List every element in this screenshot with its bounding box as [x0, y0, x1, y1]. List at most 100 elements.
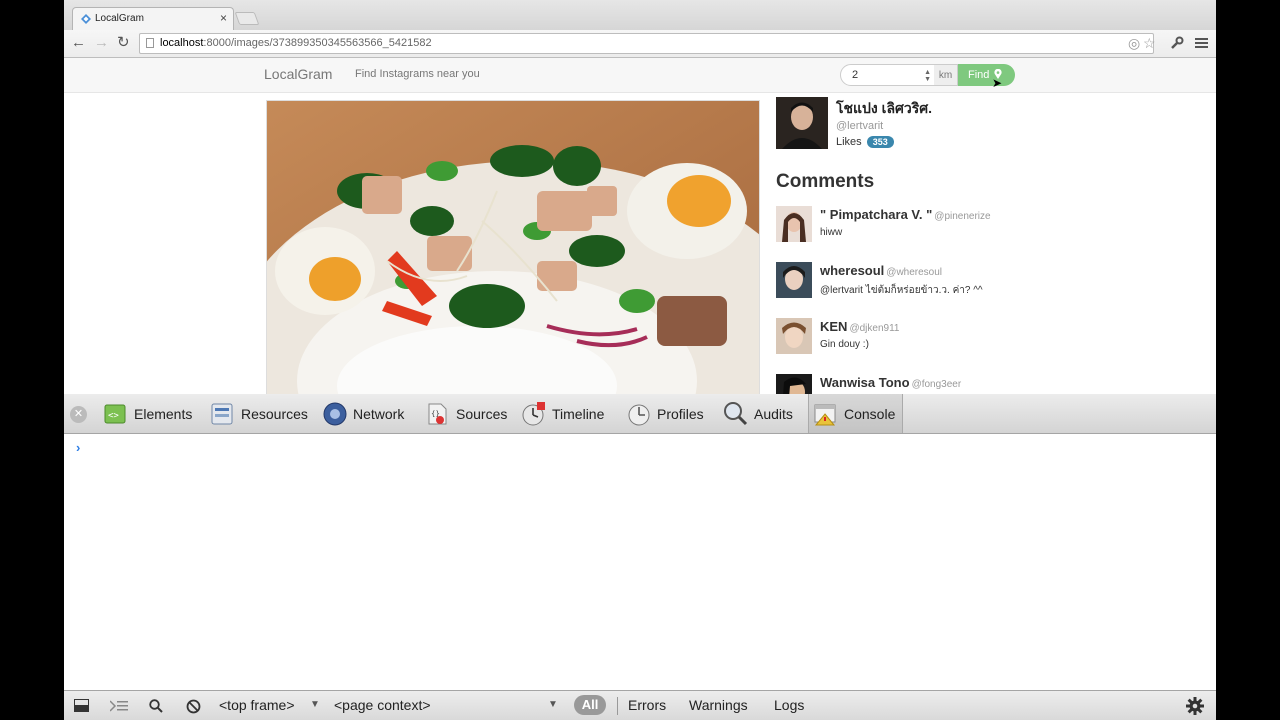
back-icon[interactable]: ← [71, 34, 86, 52]
find-label: Find [968, 69, 990, 81]
reload-icon[interactable]: ↻ [117, 34, 130, 52]
site-navbar: LocalGram Find Instagrams near you 2 ▲ ▼ … [64, 58, 1216, 93]
filter-all[interactable]: All [574, 695, 606, 715]
network-icon [323, 402, 347, 426]
page-viewport: LocalGram Find Instagrams near you 2 ▲ ▼ … [64, 58, 1216, 394]
commenter-avatar[interactable] [776, 206, 812, 242]
commenter-display-name: Wanwisa Tono [820, 375, 910, 390]
console-icon [814, 404, 836, 426]
page-icon [146, 38, 154, 48]
url-path: :8000/images/373899350345563566_5421582 [203, 37, 432, 49]
tab-close-icon[interactable]: × [220, 11, 227, 25]
commenter-avatar[interactable] [776, 318, 812, 354]
console-prompt[interactable]: › [76, 440, 80, 455]
address-bar[interactable]: localhost:8000/images/373899350345563566… [139, 33, 1156, 54]
author-name[interactable]: โชแปง เลิศวริศ. [836, 98, 932, 120]
devtools-status-bar: <top frame> ▼ <page context> ▼ All Error… [64, 690, 1216, 720]
stepper-icon[interactable]: ▲ ▼ [924, 69, 931, 83]
audits-icon [724, 402, 748, 426]
settings-gear-icon[interactable] [1186, 697, 1204, 715]
search-icon[interactable] [149, 699, 163, 713]
commenter-handle: @wheresoul [886, 267, 943, 278]
comment-text: hiww [820, 227, 843, 238]
tab-title: LocalGram [95, 13, 144, 24]
food-photo-image [267, 101, 759, 394]
commenter-name[interactable]: wheresoul @wheresoul [820, 263, 942, 278]
dock-icon[interactable] [74, 699, 90, 713]
tab-label: Audits [754, 406, 793, 422]
commenter-handle: @djken911 [849, 323, 900, 334]
commenter-handle: @pinenerize [934, 211, 991, 222]
clear-console-icon[interactable] [186, 699, 201, 714]
frame-select-arrow-icon[interactable]: ▼ [310, 699, 320, 710]
devtools-close-icon[interactable]: ✕ [70, 406, 87, 423]
favicon-icon [81, 14, 91, 24]
tab-audits[interactable]: Audits [723, 394, 801, 433]
find-button[interactable]: Find [958, 64, 1015, 86]
browser-tab[interactable]: LocalGram × [72, 7, 234, 30]
instagram-photo[interactable] [266, 100, 760, 394]
elements-icon: <> [104, 404, 126, 424]
comment-text: Gin douy :) [820, 339, 869, 350]
tab-profiles[interactable]: Profiles [626, 394, 712, 433]
devtools-toolbar: ✕ <> Elements Resources Network {} Sourc… [64, 394, 1216, 434]
author-handle[interactable]: @lertvarit [836, 120, 883, 132]
tab-label: Profiles [657, 406, 704, 422]
console-drawer-icon[interactable] [110, 700, 128, 712]
mouse-cursor-icon: ➤ [992, 76, 1003, 90]
likes-label: Likes [836, 136, 862, 148]
tab-elements[interactable]: <> Elements [103, 394, 198, 433]
radius-input[interactable]: 2 ▲ ▼ [840, 64, 935, 86]
tab-strip: LocalGram × [64, 0, 1216, 30]
tab-resources[interactable]: Resources [210, 394, 315, 433]
devtools-panel: ✕ <> Elements Resources Network {} Sourc… [64, 394, 1216, 720]
filter-logs[interactable]: Logs [774, 697, 804, 713]
commenter-name[interactable]: Wanwisa Tono @fong3eer [820, 375, 961, 390]
comment-item: " Pimpatchara V. " @pinenerize hiww [776, 206, 1176, 246]
filter-divider [617, 697, 618, 715]
timeline-icon [522, 402, 545, 426]
commenter-avatar[interactable] [776, 374, 812, 394]
tab-label: Network [353, 406, 405, 422]
tab-timeline[interactable]: Timeline [521, 394, 615, 433]
tab-network[interactable]: Network [322, 394, 412, 433]
bookmark-star-icon[interactable]: ☆ [1143, 35, 1156, 52]
new-tab-button[interactable] [234, 12, 260, 25]
filter-errors[interactable]: Errors [628, 697, 666, 713]
author-avatar[interactable] [776, 97, 828, 149]
filter-warnings[interactable]: Warnings [689, 697, 748, 713]
commenter-name[interactable]: " Pimpatchara V. " @pinenerize [820, 207, 991, 222]
commenter-name[interactable]: KEN @djken911 [820, 319, 899, 334]
likes-row: Likes 353 [836, 136, 894, 148]
frame-select[interactable]: <top frame> [219, 697, 295, 713]
comment-text: @lertvarit ไข่ต้มก็หร่อยข้าว.ว. ค่า? ^^ [820, 285, 983, 296]
commenter-display-name: wheresoul [820, 263, 885, 278]
browser-window: LocalGram × ← → ↻ localhost:8000/images/… [64, 0, 1216, 720]
comment-item: wheresoul @wheresoul @lertvarit ไข่ต้มก็ห… [776, 262, 1176, 302]
context-select[interactable]: <page context> [334, 697, 431, 713]
profiles-icon [628, 404, 650, 426]
forward-icon[interactable]: → [94, 34, 109, 52]
commenter-display-name: KEN [820, 319, 848, 334]
wrench-icon[interactable] [1170, 36, 1184, 50]
url-text: localhost:8000/images/373899350345563566… [160, 37, 432, 49]
location-icon[interactable]: ◎ [1128, 35, 1140, 52]
tab-sources[interactable]: {} Sources [425, 394, 511, 433]
tab-label: Console [844, 406, 896, 422]
site-tagline[interactable]: Find Instagrams near you [355, 68, 480, 80]
comments-heading: Comments [776, 171, 875, 192]
comment-item: KEN @djken911 Gin douy :) [776, 318, 1176, 358]
browser-toolbar: ← → ↻ localhost:8000/images/373899350345… [64, 30, 1216, 58]
commenter-display-name: " Pimpatchara V. " [820, 207, 933, 222]
context-select-arrow-icon[interactable]: ▼ [548, 699, 558, 710]
commenter-handle: @fong3eer [911, 379, 962, 390]
resources-icon [211, 403, 233, 425]
tab-console[interactable]: Console [808, 394, 903, 433]
tab-label: Elements [134, 406, 193, 422]
site-brand[interactable]: LocalGram [264, 66, 332, 82]
svg-text:<>: <> [108, 411, 119, 421]
sources-icon: {} [428, 403, 447, 425]
url-host: localhost [160, 37, 204, 49]
menu-icon[interactable] [1195, 37, 1208, 49]
commenter-avatar[interactable] [776, 262, 812, 298]
